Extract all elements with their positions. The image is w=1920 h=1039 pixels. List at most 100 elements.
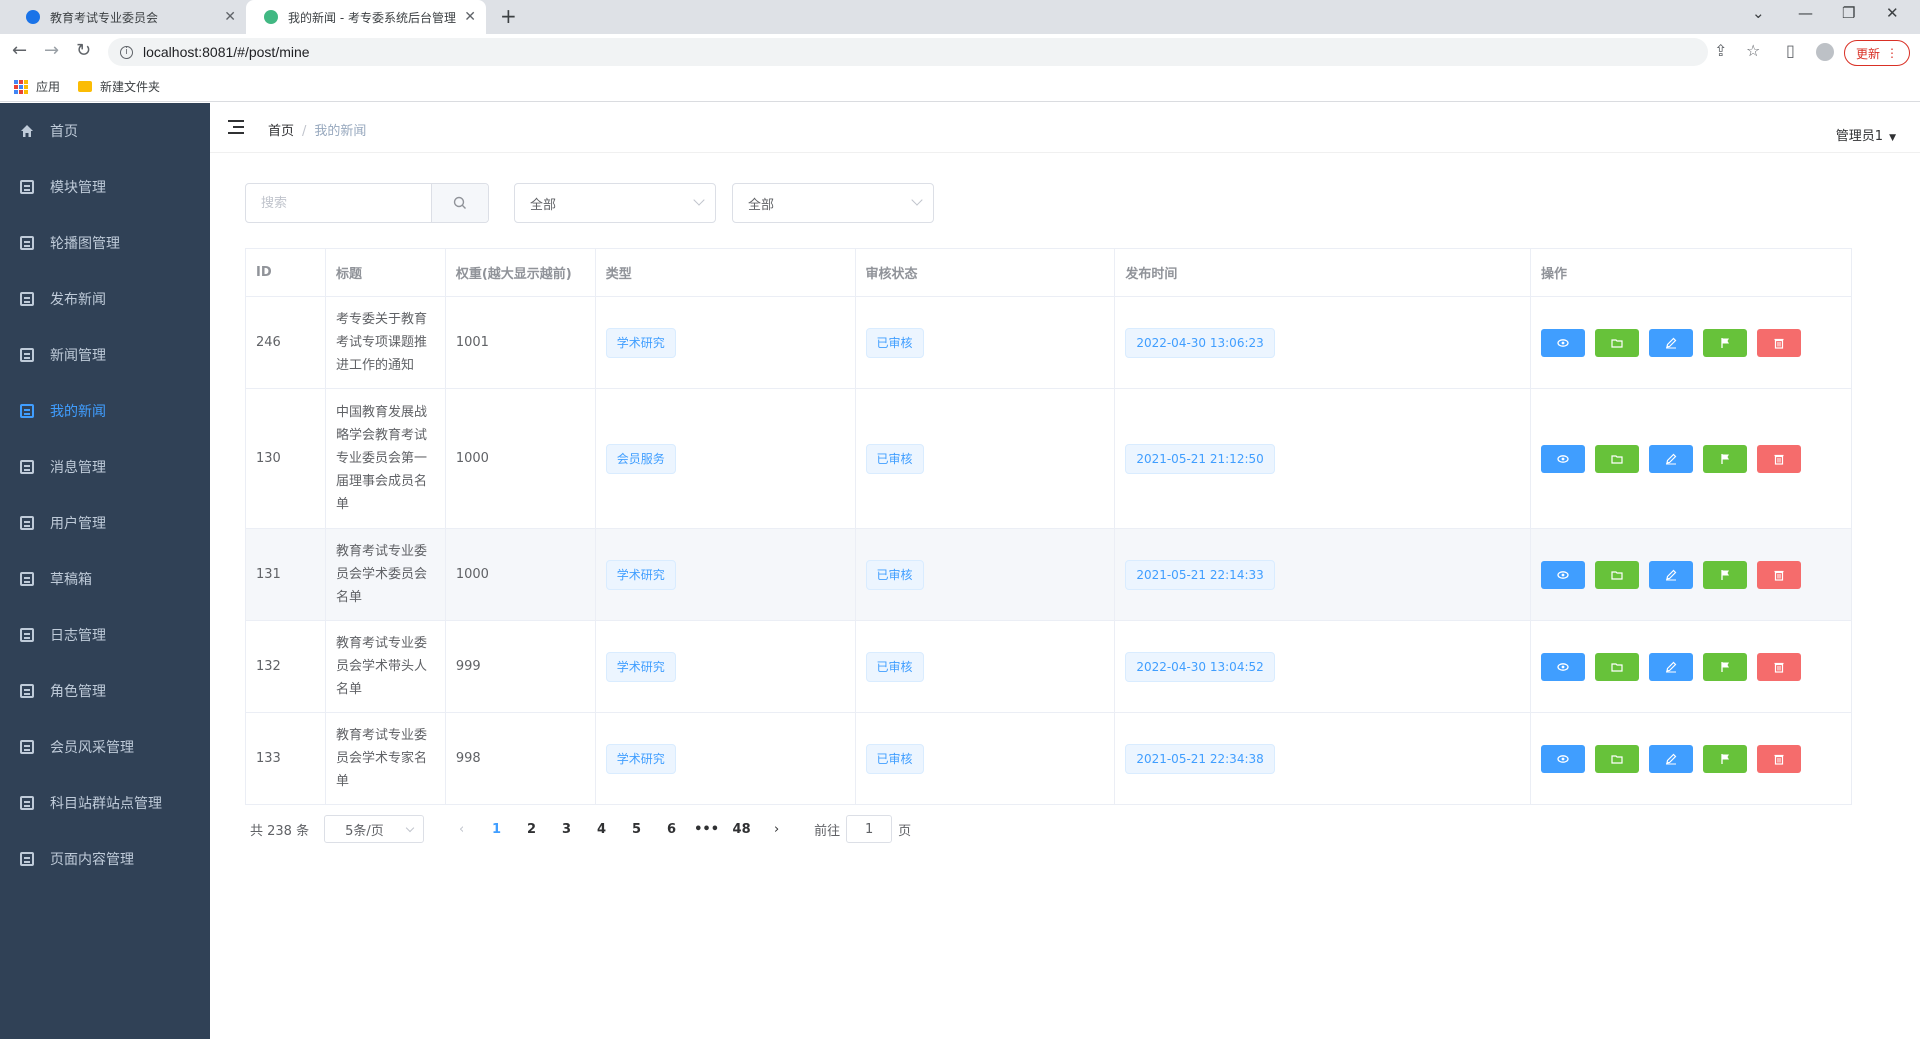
flag-button[interactable] <box>1702 444 1747 473</box>
column-header: 操作 <box>1530 248 1853 297</box>
forward-icon[interactable]: → <box>44 40 59 61</box>
edit-icon <box>1665 453 1677 465</box>
close-tab-icon[interactable]: ✕ <box>224 9 236 25</box>
folder-button[interactable] <box>1594 652 1639 681</box>
status-tag: 已审核 <box>865 651 924 682</box>
folder-button[interactable] <box>1594 560 1639 589</box>
sidebar-item[interactable]: 新闻管理 <box>0 327 210 383</box>
sidebar-item-label: 我的新闻 <box>50 404 106 420</box>
type-tag: 学术研究 <box>605 743 676 774</box>
profile-avatar-icon[interactable] <box>1816 43 1834 61</box>
sidebar-item[interactable]: 用户管理 <box>0 495 210 551</box>
trash-button[interactable] <box>1756 328 1801 357</box>
bookmark-new-folder[interactable]: 新建文件夹 <box>78 78 160 95</box>
browser-tab-1[interactable]: 教育考试专业委员会 ✕ <box>8 0 246 34</box>
edit-button[interactable] <box>1648 444 1693 473</box>
trash-button[interactable] <box>1756 444 1801 473</box>
edit-button[interactable] <box>1648 652 1693 681</box>
trash-icon <box>1773 569 1785 581</box>
eye-button[interactable] <box>1540 744 1585 773</box>
prev-page-button[interactable]: ‹ <box>444 822 479 837</box>
sidebar-item[interactable]: 我的新闻 <box>0 383 210 439</box>
browser-tab-2[interactable]: 我的新闻 - 考专委系统后台管理 ✕ <box>246 0 486 34</box>
edit-button[interactable] <box>1648 560 1693 589</box>
row-actions <box>1540 560 1851 589</box>
minimize-icon[interactable]: — <box>1798 4 1813 22</box>
page-number-button[interactable]: 3 <box>549 822 584 837</box>
type-select[interactable]: 全部 <box>514 183 716 223</box>
cell-type: 学术研究 <box>595 620 856 713</box>
page-number-button[interactable]: 1 <box>479 822 514 837</box>
page-number-button[interactable]: 48 <box>724 822 759 837</box>
page-number-button[interactable]: ••• <box>689 822 724 837</box>
trash-button[interactable] <box>1756 744 1801 773</box>
status-select[interactable]: 全部 <box>732 183 934 223</box>
side-panel-icon[interactable]: ▯ <box>1786 41 1795 60</box>
flag-button[interactable] <box>1702 652 1747 681</box>
eye-button[interactable] <box>1540 328 1585 357</box>
cell-title: 中国教育发展战略学会教育考试专业委员会第一届理事会成员名单 <box>325 388 446 529</box>
eye-button[interactable] <box>1540 652 1585 681</box>
cell-time: 2022-04-30 13:06:23 <box>1114 296 1531 389</box>
trash-button[interactable] <box>1756 652 1801 681</box>
page-number-button[interactable]: 5 <box>619 822 654 837</box>
sidebar-item[interactable]: 消息管理 <box>0 439 210 495</box>
page-number-button[interactable]: 2 <box>514 822 549 837</box>
sidebar-item[interactable]: 发布新闻 <box>0 271 210 327</box>
bookmark-apps[interactable]: 应用 <box>14 78 60 95</box>
sidebar-item[interactable]: 轮播图管理 <box>0 215 210 271</box>
goto-page-input[interactable] <box>846 815 893 843</box>
tab-search-icon[interactable]: ⌄ <box>1752 4 1765 22</box>
cell-id: 132 <box>245 620 326 713</box>
page-size-select[interactable]: 5条/页 <box>324 815 425 843</box>
cell-status: 已审核 <box>855 620 1116 713</box>
sidebar-item[interactable]: 角色管理 <box>0 663 210 719</box>
news-table: ID 标题 权重(越大显示越前) 类型 审核状态 发布时间 操作 246 考专委关… <box>245 248 1853 805</box>
bookmark-label: 应用 <box>36 80 61 94</box>
sidebar-item-label: 用户管理 <box>50 516 106 532</box>
folder-button[interactable] <box>1594 744 1639 773</box>
browser-tab-bar: 教育考试专业委员会 ✕ 我的新闻 - 考专委系统后台管理 ✕ + ⌄ — ❐ ✕ <box>0 0 1920 34</box>
next-page-button[interactable]: › <box>759 822 794 837</box>
trash-button[interactable] <box>1756 560 1801 589</box>
flag-button[interactable] <box>1702 744 1747 773</box>
hamburger-icon[interactable] <box>228 120 244 134</box>
folder-button[interactable] <box>1594 328 1639 357</box>
trash-icon <box>1773 453 1785 465</box>
sidebar-item-label: 角色管理 <box>50 684 106 700</box>
browser-update-button[interactable]: 更新 ⋮ <box>1844 40 1910 66</box>
sidebar-item[interactable]: 草稿箱 <box>0 551 210 607</box>
eye-button[interactable] <box>1540 560 1585 589</box>
search-input[interactable] <box>246 184 431 222</box>
cell-time: 2021-05-21 21:12:50 <box>1114 388 1531 529</box>
edit-button[interactable] <box>1648 328 1693 357</box>
sidebar-item[interactable]: 科目站群站点管理 <box>0 775 210 831</box>
sidebar-item[interactable]: 日志管理 <box>0 607 210 663</box>
flag-button[interactable] <box>1702 560 1747 589</box>
breadcrumb-home[interactable]: 首页 <box>268 124 294 139</box>
flag-button[interactable] <box>1702 328 1747 357</box>
url-text: localhost:8081/#/post/mine <box>143 44 310 60</box>
star-icon[interactable]: ☆ <box>1746 41 1760 60</box>
eye-button[interactable] <box>1540 444 1585 473</box>
restore-icon[interactable]: ❐ <box>1842 4 1855 22</box>
search-button[interactable] <box>431 184 488 222</box>
user-dropdown[interactable]: 管理员1 ▼ <box>1836 125 1896 144</box>
page-number-button[interactable]: 4 <box>584 822 619 837</box>
sidebar-item[interactable]: 模块管理 <box>0 159 210 215</box>
back-icon[interactable]: ← <box>12 40 27 61</box>
folder-button[interactable] <box>1594 444 1639 473</box>
sidebar-item[interactable]: 会员风采管理 <box>0 719 210 775</box>
close-tab-icon[interactable]: ✕ <box>464 9 476 25</box>
time-tag: 2021-05-21 22:34:38 <box>1125 743 1275 774</box>
reload-icon[interactable]: ↻ <box>76 40 91 61</box>
close-window-icon[interactable]: ✕ <box>1886 4 1899 22</box>
page-number-button[interactable]: 6 <box>654 822 689 837</box>
share-icon[interactable]: ⇪ <box>1714 41 1727 60</box>
info-icon[interactable]: i <box>120 45 133 59</box>
sidebar-item[interactable]: 页面内容管理 <box>0 831 210 887</box>
sidebar-item[interactable]: 首页 <box>0 103 210 159</box>
new-tab-button[interactable]: + <box>500 4 517 28</box>
edit-button[interactable] <box>1648 744 1693 773</box>
url-box[interactable]: i localhost:8081/#/post/mine <box>108 38 1708 66</box>
